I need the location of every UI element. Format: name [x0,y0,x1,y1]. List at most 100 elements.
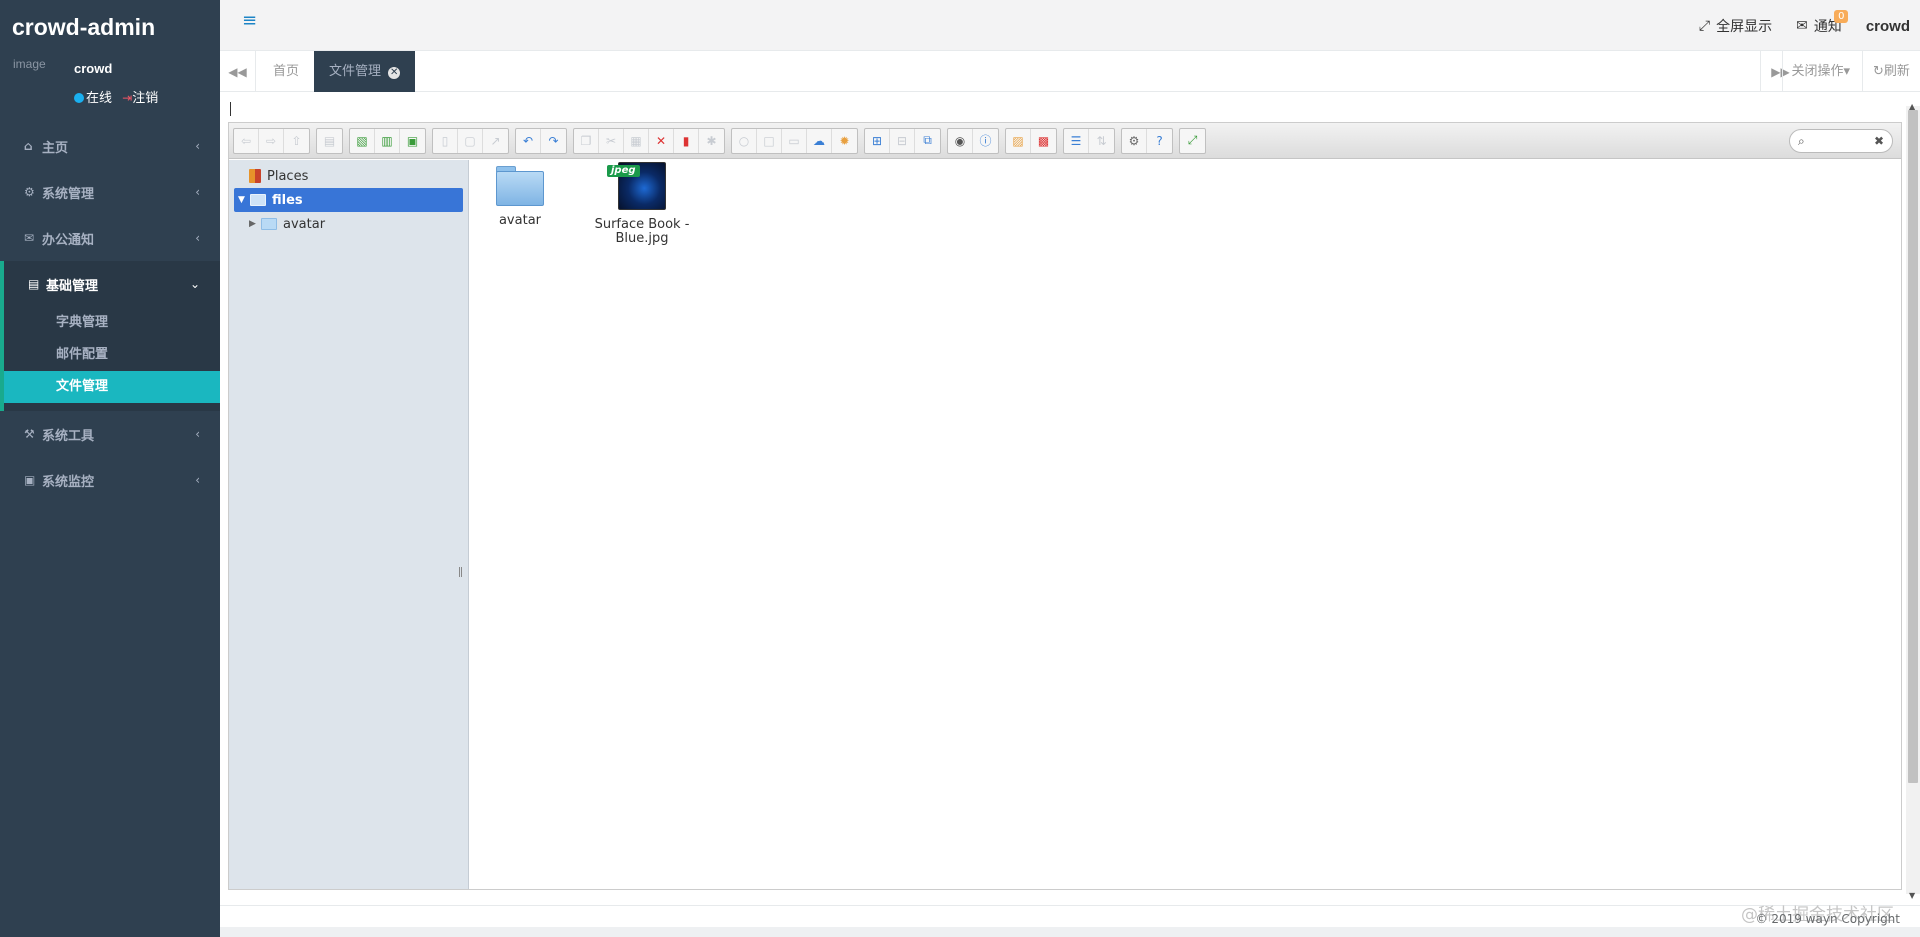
sidebar-subitem-file-management[interactable]: 文件管理 [4,371,220,403]
edit-icon[interactable]: □ [757,128,782,153]
copy-icon[interactable]: ❐ [574,128,599,153]
fullscreen-icon[interactable]: ⤢ [1180,129,1205,153]
tree-item-label: files [272,192,303,208]
scrollbar-thumb[interactable] [1908,110,1918,783]
sidebar-item-system-tools[interactable]: ⚒ 系统工具 ‹ [0,411,220,457]
delete-icon[interactable]: ✕ [649,128,674,153]
refresh-label: 刷新 [1883,64,1910,79]
avatar[interactable]: image [13,57,46,71]
sidebar-item-system-monitor[interactable]: ▣ 系统监控 ‹ [0,457,220,503]
expand-icon: ⤢ [1698,18,1711,34]
caret-down-icon[interactable]: ▼ [238,195,250,205]
archive-icon[interactable]: ☁ [807,128,832,153]
tree-item-avatar[interactable]: ▶ avatar [229,212,468,236]
extract-icon[interactable]: ✹ [832,129,857,153]
upload-icon[interactable]: ▣ [400,129,425,153]
sort-icon[interactable]: ⇅ [1089,129,1114,153]
toolbar-group-home: ▤ [316,127,343,154]
file-manager: ⇦ ⇨ ⇧ ▤ ▧ ▥ ▣ ▯ ▢ ↗ ↶ ↷ ❐ ✂ ▦ ✕ ▮ ✱ ○ □ … [228,122,1902,890]
file-item-folder[interactable]: avatar [470,164,570,228]
user-menu[interactable]: crowd [1866,18,1910,35]
tab-home[interactable]: 首页 [258,51,314,92]
tab-label: 首页 [273,64,300,79]
refresh-button[interactable]: ↻刷新 [1862,51,1920,92]
sidebar-item-basic-management[interactable]: ▤ 基础管理 ⌄ [4,261,220,307]
info-icon[interactable]: ⓘ [973,129,998,153]
caret-right-icon[interactable]: ▶ [249,219,261,229]
folder-icon [496,166,544,206]
scroll-down-icon[interactable]: ▼ [1909,891,1915,900]
footer-strip [220,927,1920,937]
sidebar-subitem-mail-config[interactable]: 邮件配置 [4,339,220,371]
sidebar-item-label: 系统工具 [42,428,95,444]
tree-item-places[interactable]: Places [229,164,468,188]
tree-item-files[interactable]: ▼ files [234,188,463,212]
close-tab-icon[interactable]: ✕ [388,67,401,79]
toolbar-group-history: ↶ ↷ [515,127,567,154]
toolbar-group-places: ▨ ▩ [1005,127,1057,154]
avatar-alt-text: image [13,57,46,71]
sidebar-item-system-management[interactable]: ⚙ 系统管理 ‹ [0,169,220,215]
rename-icon[interactable]: ○ [732,128,757,153]
list-view-icon[interactable]: ☰ [1064,128,1089,153]
sidebar-item-office-notice[interactable]: ✉ 办公通知 ‹ [0,215,220,261]
sidebar-submenu: 字典管理 邮件配置 文件管理 [4,307,220,403]
tabs-scroll-left-button[interactable]: ◀◀ [220,51,256,92]
close-operations-dropdown[interactable]: 关闭操作▾ [1782,51,1858,92]
get-info-icon[interactable]: ↗ [483,129,508,153]
sidebar-item-label: 系统管理 [42,186,95,202]
preview-icon[interactable]: ◉ [948,128,973,153]
redo-icon[interactable]: ↷ [541,129,566,153]
menu-toggle-icon[interactable]: ≡ [242,12,258,30]
paste-icon[interactable]: ▦ [624,128,649,153]
online-status-icon [74,93,84,103]
sidebar-item-label: 主页 [42,140,69,156]
file-type-badge: jpeg [607,165,640,177]
new-file-icon[interactable]: ▥ [375,128,400,153]
notification-button[interactable]: ✉ 通知 0 [1796,10,1849,36]
tab-file-management[interactable]: 文件管理 ✕ [314,51,416,92]
resize-icon[interactable]: ▭ [782,128,807,153]
sidebar-item-home[interactable]: ⌂ 主页 ‹ [0,123,220,169]
logout-icon[interactable]: ⇥ [122,91,132,105]
settings-icon[interactable]: ⚙ [1122,128,1147,153]
sidebar-group-basic-management: ▤ 基础管理 ⌄ 字典管理 邮件配置 文件管理 [0,261,220,411]
select-none-icon[interactable]: ⊟ [890,128,915,153]
user-panel: image crowd 在线 ⇥注销 [0,54,220,120]
folder-tree: Places ▼ files ▶ avatar [229,160,469,889]
select-invert-icon[interactable]: ⧉ [915,129,940,153]
toolbar-group-select: ⊞ ⊟ ⧉ [864,127,941,154]
back-icon[interactable]: ⇦ [234,128,259,153]
forward-icon[interactable]: ⇨ [259,128,284,153]
cut-icon[interactable]: ✂ [599,128,624,153]
tree-item-label: avatar [283,216,326,232]
search-input[interactable]: ⌕ ✖ [1789,129,1893,153]
undo-icon[interactable]: ↶ [516,128,541,153]
sidebar: crowd-admin image crowd 在线 ⇥注销 ⌂ 主页 ‹ ⚙ … [0,0,220,937]
chevron-down-icon: ⌄ [189,277,200,291]
up-icon[interactable]: ⇧ [284,129,309,153]
panel-resize-handle[interactable] [459,567,462,577]
share-icon[interactable]: ▩ [1031,129,1056,153]
logout-link[interactable]: 注销 [132,91,158,106]
help-icon[interactable]: ? [1147,129,1172,153]
download-icon[interactable]: ▢ [458,128,483,153]
select-all-icon[interactable]: ⊞ [865,128,890,153]
empty-icon[interactable]: ▮ [674,128,699,153]
refresh-icon: ↻ [1873,64,1884,79]
id-card-icon: ▤ [28,277,40,291]
toolbar-group-tools: ○ □ ▭ ☁ ✹ [731,127,858,154]
file-item-image[interactable]: jpeg Surface Book - Blue.jpg [592,162,692,246]
home-icon[interactable]: ▤ [317,129,342,153]
places-icon[interactable]: ▨ [1006,128,1031,153]
envelope-icon: ✉ [24,231,35,245]
vertical-scrollbar[interactable]: ▲ ▼ [1906,102,1920,900]
image-thumbnail: jpeg [607,162,666,210]
open-icon[interactable]: ▯ [433,128,458,153]
sidebar-subitem-dictionary[interactable]: 字典管理 [4,307,220,339]
new-folder-icon[interactable]: ▧ [350,128,375,153]
file-name: avatar [498,213,542,228]
clear-search-icon[interactable]: ✖ [1874,134,1884,148]
duplicate-icon[interactable]: ✱ [699,129,724,153]
fullscreen-button[interactable]: ⤢ 全屏显示 [1699,16,1772,36]
